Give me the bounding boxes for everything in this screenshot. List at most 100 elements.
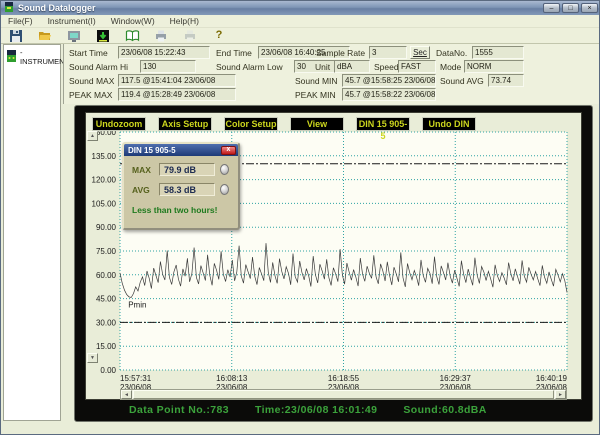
din-avg-row: AVG 58.3 dB	[132, 183, 232, 196]
din-avg-value: 58.3 dB	[159, 183, 215, 196]
svg-text:Pmin: Pmin	[128, 301, 146, 310]
data-no-field: 1555	[472, 46, 524, 59]
speed-field: FAST	[398, 60, 436, 73]
sidebar-item-instrument[interactable]: -INSTRUMENT	[4, 45, 60, 69]
peak-max-field: 119.4 @15:28:49 23/06/08	[118, 88, 236, 101]
sample-rate-label: Sample Rate	[316, 48, 365, 58]
view-book-icon[interactable]	[122, 29, 142, 43]
help-icon[interactable]: ?	[209, 29, 229, 43]
sound-max-label: Sound MAX	[69, 76, 114, 86]
menu-bar: File(F) Instrument(I) Window(W) Help(H)	[1, 15, 600, 28]
sound-max-field: 117.5 @15:41:04 23/06/08	[118, 74, 236, 87]
sidebar-item-label: -INSTRUMENT	[20, 48, 69, 66]
peak-max-label: PEAK MAX	[69, 90, 112, 100]
svg-text:15:57:31: 15:57:31	[120, 374, 152, 383]
download-icon[interactable]	[93, 29, 113, 43]
close-button[interactable]: ×	[581, 3, 598, 13]
start-time-label: Start Time	[69, 48, 108, 58]
svg-text:105.00: 105.00	[92, 199, 117, 208]
svg-text:16:18:55: 16:18:55	[328, 374, 360, 383]
menu-window[interactable]: Window(W)	[111, 16, 155, 26]
sound-min-label: Sound MIN	[295, 76, 338, 86]
x-scroll-left-button[interactable]: ◄	[121, 390, 132, 399]
print-preview-icon[interactable]	[180, 29, 200, 43]
chart-toolbar: Undozoom Axis Setup Color Setup View DIN…	[92, 117, 476, 131]
y-scroll-down-button[interactable]: ▼	[87, 353, 98, 363]
maximize-button[interactable]: □	[562, 3, 579, 13]
sidebar: -INSTRUMENT	[3, 44, 61, 421]
svg-text:30.00: 30.00	[96, 318, 117, 327]
din-max-value: 79.9 dB	[159, 163, 215, 176]
svg-text:75.00: 75.00	[96, 247, 117, 256]
app-icon	[4, 2, 14, 14]
x-scroll-thumb[interactable]	[133, 390, 554, 399]
x-scrollbar: ◄ ►	[120, 389, 567, 400]
svg-text:0.00: 0.00	[100, 366, 116, 375]
svg-text:16:29:37: 16:29:37	[440, 374, 472, 383]
sound-min-field: 45.7 @15:58:25 23/06/08	[342, 74, 436, 87]
svg-text:45.00: 45.00	[96, 295, 117, 304]
peak-min-label: PEAK MIN	[295, 90, 336, 100]
datalogger-icon[interactable]	[64, 29, 84, 43]
din-close-button[interactable]: x	[221, 146, 236, 155]
svg-text:90.00: 90.00	[96, 223, 117, 232]
x-scroll-right-button[interactable]: ►	[555, 390, 566, 399]
window-controls: – □ ×	[543, 3, 598, 13]
svg-text:120.00: 120.00	[92, 176, 117, 185]
end-time-label: End Time	[216, 48, 252, 58]
print-icon[interactable]	[151, 29, 171, 43]
minimize-button[interactable]: –	[543, 3, 560, 13]
sound-alarm-low-label: Sound Alarm Low	[216, 62, 283, 72]
din-max-row: MAX 79.9 dB	[132, 163, 232, 176]
status-time: Time:23/06/08 16:01:49	[255, 404, 377, 416]
sound-alarm-hi-label: Sound Alarm Hi	[69, 62, 128, 72]
chart-frame: Undozoom Axis Setup Color Setup View DIN…	[74, 105, 593, 422]
svg-text:135.00: 135.00	[92, 152, 117, 161]
svg-text:16:40:19: 16:40:19	[536, 374, 568, 383]
din-avg-indicator-led	[220, 184, 229, 195]
din-15-905-5-button[interactable]: DIN 15 905-5	[356, 117, 410, 131]
menu-file[interactable]: File(F)	[8, 16, 33, 26]
main-panel: Start Time 23/06/08 15:22:43 End Time 23…	[63, 44, 600, 435]
menu-help[interactable]: Help(H)	[170, 16, 199, 26]
din-avg-label: AVG	[132, 185, 159, 195]
axis-setup-button[interactable]: Axis Setup	[158, 117, 212, 131]
y-scroll-up-button[interactable]: ▲	[87, 131, 98, 141]
unit-label: Unit	[315, 62, 330, 72]
peak-min-field: 45.7 @15:58:22 23/06/08	[342, 88, 436, 101]
din-dialog-title: DIN 15 905-5	[128, 146, 176, 155]
sound-avg-field: 73.74	[488, 74, 524, 87]
undo-din-button[interactable]: Undo DIN	[422, 117, 476, 131]
open-icon[interactable]	[35, 29, 55, 43]
mode-field: NORM	[464, 60, 524, 73]
mode-label: Mode	[440, 62, 461, 72]
chart-status-bar: Data Point No.:783 Time:23/06/08 16:01:4…	[85, 404, 582, 416]
speed-label: Speed	[374, 62, 399, 72]
title-bar: Sound Datalogger – □ ×	[1, 1, 600, 15]
din-max-indicator-led	[220, 164, 229, 175]
color-setup-button[interactable]: Color Setup	[224, 117, 278, 131]
app-window: Sound Datalogger – □ × File(F) Instrumen…	[0, 0, 600, 435]
toolbar: ?	[1, 28, 600, 44]
din-max-label: MAX	[132, 165, 159, 175]
view-button[interactable]: View	[290, 117, 344, 131]
din-dialog-titlebar[interactable]: DIN 15 905-5 x	[124, 144, 238, 156]
content-area: -INSTRUMENT Start Time 23/06/08 15:22:43…	[1, 44, 600, 435]
sound-alarm-hi-field: 130	[140, 60, 196, 73]
sample-rate-field: 3	[369, 46, 407, 59]
undozoom-button[interactable]: Undozoom	[92, 117, 146, 131]
save-icon[interactable]	[6, 29, 26, 43]
menu-instrument[interactable]: Instrument(I)	[48, 16, 96, 26]
status-data-point: Data Point No.:783	[129, 404, 229, 416]
info-panel: Start Time 23/06/08 15:22:43 End Time 23…	[63, 44, 600, 104]
din-message: Less than two hours!	[132, 205, 232, 215]
status-sound: Sound:60.8dBA	[403, 404, 486, 416]
svg-text:60.00: 60.00	[96, 271, 117, 280]
window-title: Sound Datalogger	[18, 3, 543, 13]
din-dialog: DIN 15 905-5 x MAX 79.9 dB AVG 58.3 dB	[122, 142, 240, 230]
sound-avg-label: Sound AVG	[440, 76, 484, 86]
chart-panel: Undozoom Axis Setup Color Setup View DIN…	[85, 112, 582, 400]
data-no-label: DataNo.	[436, 48, 467, 58]
start-time-field: 23/06/08 15:22:43	[118, 46, 210, 59]
sec-button[interactable]: Sec	[410, 46, 430, 59]
